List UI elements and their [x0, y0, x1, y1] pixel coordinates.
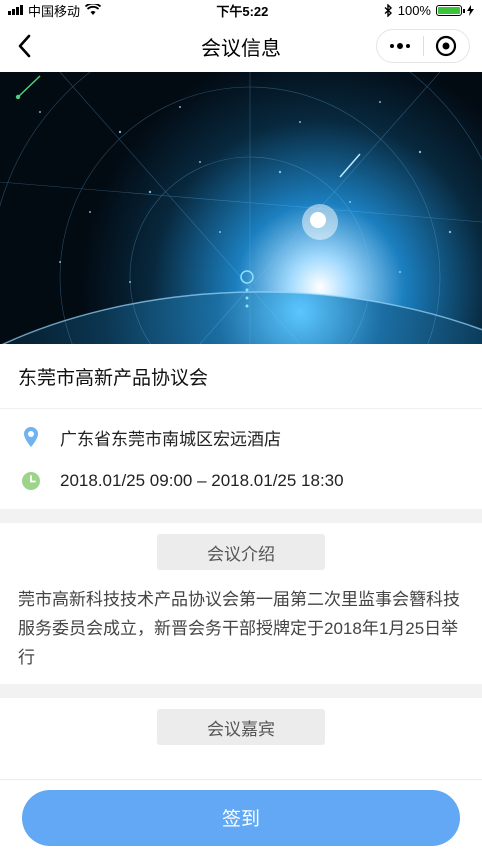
location-pin-icon — [20, 426, 42, 448]
meeting-address-row[interactable]: 广东省东莞市南城区宏远酒店 — [0, 415, 482, 459]
guests-section-header: 会议嘉宾 — [0, 698, 482, 756]
banner-image — [0, 72, 482, 344]
mini-program-capsule — [376, 29, 470, 63]
bluetooth-icon — [384, 3, 392, 17]
nav-bar: 会议信息 — [0, 20, 482, 72]
section-divider — [0, 509, 482, 523]
signal-icon — [8, 5, 23, 15]
status-left: 中国移动 — [8, 1, 102, 20]
meeting-info: 广东省东莞市南城区宏远酒店 2018.01/25 09:00 – 2018.01… — [0, 409, 482, 509]
meeting-title: 东莞市高新产品协议会 — [0, 344, 482, 409]
meeting-address: 广东省东莞市南城区宏远酒店 — [60, 429, 281, 449]
status-right: 100% — [384, 3, 474, 18]
back-button[interactable] — [10, 32, 38, 60]
meeting-time-row: 2018.01/25 09:00 – 2018.01/25 18:30 — [0, 459, 482, 503]
page-title: 会议信息 — [201, 37, 281, 60]
meeting-time: 2018.01/25 09:00 – 2018.01/25 18:30 — [60, 471, 344, 490]
status-bar: 中国移动 下午5:22 100% — [0, 0, 482, 20]
back-arrow-icon — [18, 34, 31, 58]
close-mini-program-icon — [436, 35, 457, 57]
intro-heading: 会议介绍 — [157, 534, 325, 570]
section-divider — [0, 684, 482, 698]
battery-percent: 100% — [397, 2, 431, 18]
guests-heading: 会议嘉宾 — [157, 709, 325, 745]
close-mini-program-button[interactable] — [424, 30, 470, 62]
carrier-label: 中国移动 — [28, 3, 81, 19]
intro-section-header: 会议介绍 — [0, 523, 482, 581]
wifi-icon — [85, 4, 102, 15]
more-button[interactable] — [377, 30, 423, 62]
charging-icon — [466, 4, 474, 16]
checkin-button[interactable]: 签到 — [22, 789, 460, 846]
clock-icon — [20, 470, 42, 492]
status-time: 下午5:22 — [216, 3, 269, 19]
battery-icon — [435, 4, 465, 16]
intro-text: 莞市高新科技技术产品协议会第一届第二次里监事会簪科技服务委员会成立，新晋会务干部… — [18, 590, 460, 667]
bottom-bar: 签到 — [0, 779, 482, 855]
more-icon — [389, 43, 410, 49]
